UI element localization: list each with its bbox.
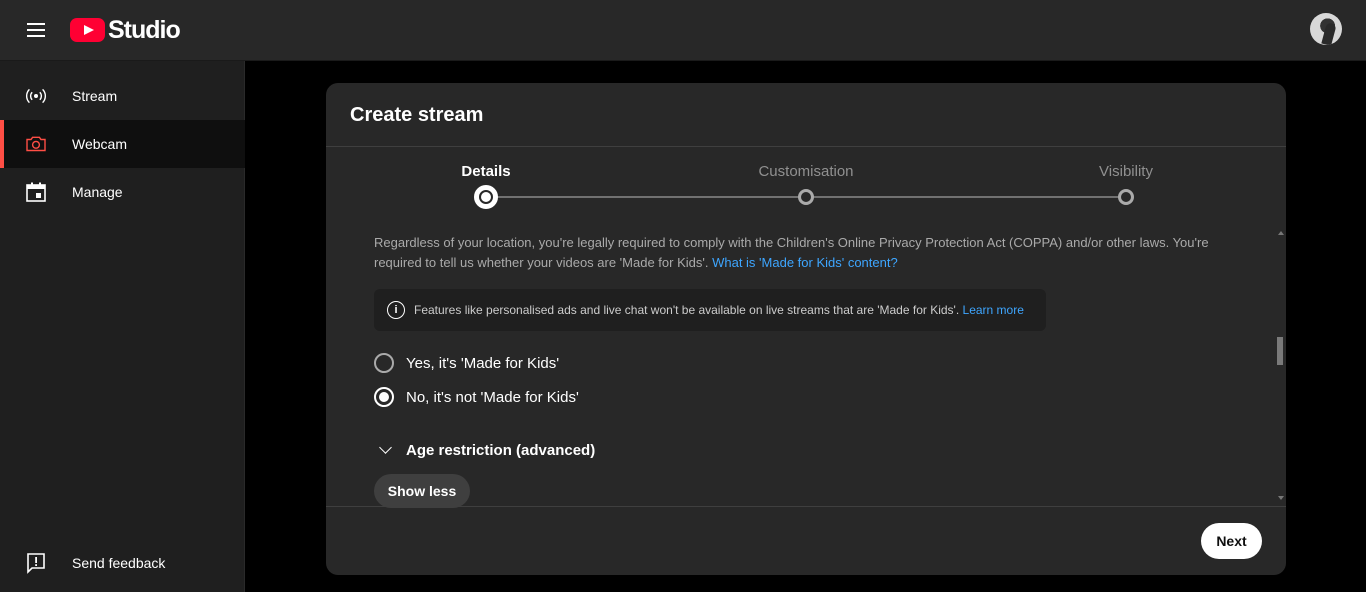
show-less-button[interactable]: Show less (374, 474, 470, 508)
sidebar-item-manage[interactable]: Manage (0, 168, 245, 216)
radio-yes-button[interactable] (374, 353, 394, 373)
stepper: Details Customisation Visibility (326, 147, 1286, 227)
logo-text: Studio (108, 15, 181, 44)
sidebar-item-stream[interactable]: Stream (0, 72, 245, 120)
radio-yes-label: Yes, it's 'Made for Kids' (406, 354, 560, 372)
calendar-icon (24, 180, 48, 204)
radio-no-label: No, it's not 'Made for Kids' (406, 388, 579, 406)
broadcast-icon (24, 84, 48, 108)
scroll-thumb[interactable] (1277, 337, 1283, 365)
radio-no-button[interactable] (374, 387, 394, 407)
step-visibility-dot[interactable] (1118, 189, 1134, 205)
youtube-studio-logo[interactable]: Studio (70, 14, 181, 46)
age-restriction-toggle[interactable]: Age restriction (advanced) (374, 438, 595, 462)
sidebar-item-label: Manage (72, 184, 123, 200)
learn-more-link[interactable]: Learn more (963, 303, 1024, 317)
info-text: Features like personalised ads and live … (414, 303, 1024, 317)
step-customisation-dot[interactable] (798, 189, 814, 205)
scroll-down-arrow-icon[interactable] (1278, 496, 1284, 500)
coppa-text: Regardless of your location, you're lega… (374, 233, 1224, 273)
top-header: Studio (0, 0, 1366, 61)
divider (326, 506, 1286, 507)
step-visibility-label[interactable]: Visibility (1099, 163, 1153, 180)
hamburger-menu-icon[interactable] (24, 18, 48, 42)
send-feedback-button[interactable]: Send feedback (0, 539, 245, 587)
scroll-up-arrow-icon[interactable] (1278, 231, 1284, 235)
send-feedback-label: Send feedback (72, 555, 166, 571)
camera-icon (24, 132, 48, 156)
step-customisation-label[interactable]: Customisation (758, 163, 853, 180)
step-details-dot[interactable] (474, 185, 498, 209)
sidebar: Stream Webcam Manage Send feedback (0, 61, 245, 592)
made-for-kids-link[interactable]: What is 'Made for Kids' content? (712, 255, 898, 270)
info-icon: i (387, 301, 405, 319)
info-description: Features like personalised ads and live … (414, 303, 960, 317)
sidebar-item-label: Stream (72, 88, 118, 104)
dialog-title: Create stream (350, 104, 484, 126)
age-restriction-label: Age restriction (advanced) (406, 441, 596, 459)
radio-yes-made-for-kids[interactable]: Yes, it's 'Made for Kids' (374, 351, 559, 375)
sidebar-item-webcam[interactable]: Webcam (0, 120, 245, 168)
youtube-play-icon (70, 18, 105, 42)
user-avatar[interactable] (1310, 13, 1342, 45)
step-details-label[interactable]: Details (461, 163, 510, 180)
sidebar-item-label: Webcam (72, 136, 127, 152)
chevron-down-icon (374, 438, 398, 462)
feedback-icon (24, 551, 48, 575)
create-stream-dialog: Create stream Details Customisation Visi… (326, 83, 1286, 575)
info-banner: i Features like personalised ads and liv… (374, 289, 1046, 331)
next-button[interactable]: Next (1201, 523, 1262, 559)
radio-no-made-for-kids[interactable]: No, it's not 'Made for Kids' (374, 385, 579, 409)
content-scrollbar[interactable] (1276, 229, 1286, 506)
